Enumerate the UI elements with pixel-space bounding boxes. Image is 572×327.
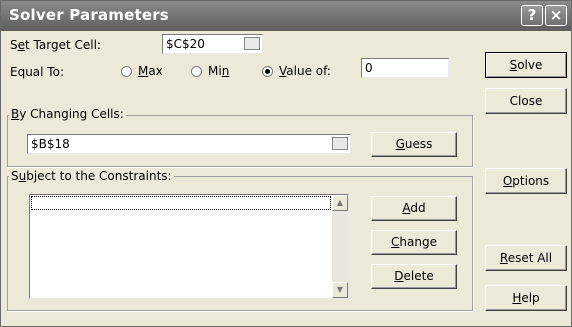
- value-of-value: 0: [365, 61, 373, 75]
- add-button[interactable]: Add: [371, 196, 457, 221]
- close-button[interactable]: Close: [485, 88, 567, 114]
- radio-selected-dot: [265, 69, 270, 74]
- min-radio[interactable]: [191, 66, 202, 77]
- value-of-radio[interactable]: [262, 66, 273, 77]
- options-button[interactable]: Options: [485, 168, 567, 194]
- target-cell-value: $C$20: [166, 37, 205, 51]
- constraints-scrollbar[interactable]: ▲ ▼: [332, 195, 348, 298]
- min-label[interactable]: Min: [208, 64, 229, 78]
- constraints-list[interactable]: ▲ ▼: [29, 194, 349, 299]
- changing-cells-value: $B$18: [31, 137, 70, 151]
- equal-to-label: Equal To:: [10, 65, 64, 79]
- value-of-input[interactable]: 0: [361, 58, 449, 78]
- list-focus-row: [31, 196, 331, 210]
- question-icon: ?: [527, 6, 537, 24]
- dialog-title: Solver Parameters: [9, 6, 169, 24]
- constraints-legend: Subject to the Constraints:: [9, 169, 174, 183]
- solver-parameters-dialog: Solver Parameters ? × Set Target Cell: $…: [0, 0, 572, 327]
- guess-button[interactable]: Guess: [371, 132, 457, 157]
- scroll-up-icon[interactable]: ▲: [332, 195, 348, 211]
- target-cell-label: Set Target Cell:: [10, 38, 101, 52]
- changing-cells-input[interactable]: $B$18: [27, 134, 351, 154]
- changing-cells-legend: By Changing Cells:: [9, 107, 126, 121]
- close-icon: ×: [549, 6, 563, 24]
- value-of-label[interactable]: Value of:: [279, 64, 331, 78]
- max-label[interactable]: Max: [138, 64, 163, 78]
- help-button[interactable]: Help: [485, 285, 567, 311]
- reset-all-button[interactable]: Reset All: [485, 245, 567, 271]
- help-title-button[interactable]: ?: [521, 5, 543, 26]
- solve-button[interactable]: Solve: [485, 52, 567, 78]
- collapse-dialog-icon[interactable]: [244, 37, 260, 50]
- delete-button[interactable]: Delete: [371, 264, 457, 289]
- collapse-dialog-icon[interactable]: [332, 137, 348, 150]
- close-title-button[interactable]: ×: [545, 5, 567, 26]
- title-bar: Solver Parameters ? ×: [1, 1, 571, 31]
- max-radio[interactable]: [121, 66, 132, 77]
- scroll-down-icon[interactable]: ▼: [332, 282, 348, 298]
- change-button[interactable]: Change: [371, 230, 457, 255]
